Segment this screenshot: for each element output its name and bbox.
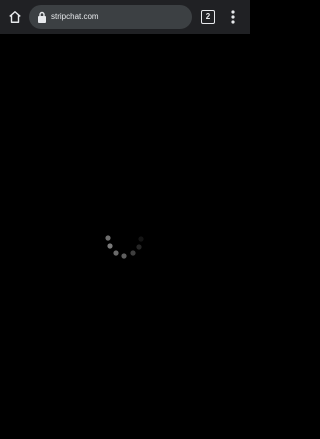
tab-count: 2 (205, 12, 211, 21)
browser-toolbar: stripchat.com 2 (0, 0, 250, 34)
more-vert-icon (231, 10, 235, 24)
home-icon (9, 11, 21, 23)
address-bar[interactable]: stripchat.com (29, 5, 192, 29)
home-button[interactable] (4, 6, 26, 28)
url-text: stripchat.com (51, 12, 99, 21)
browser-menu-button[interactable] (226, 7, 240, 27)
lock-icon (38, 11, 46, 23)
tab-switcher-button[interactable]: 2 (201, 10, 215, 24)
loading-spinner-icon (105, 235, 144, 259)
